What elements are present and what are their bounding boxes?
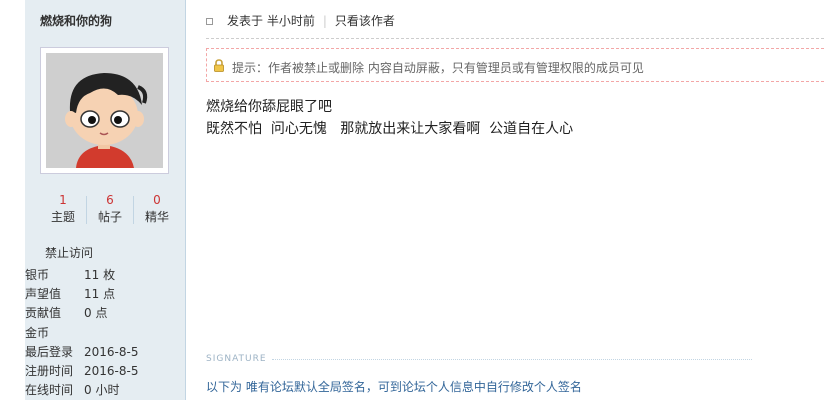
info-row-gold: 金币 bbox=[25, 325, 50, 340]
info-row-last-login: 最后登录 2016-8-5 bbox=[25, 344, 139, 359]
avatar[interactable] bbox=[40, 47, 169, 174]
stat-topics[interactable]: 1 主题 bbox=[40, 192, 86, 226]
info-row-online-time: 在线时间 0 小时 bbox=[25, 383, 120, 398]
signature-text[interactable]: 以下为 唯有论坛默认全局签名，可到论坛个人信息中自行修改个人签名 bbox=[206, 378, 582, 395]
stat-digest[interactable]: 0 精华 bbox=[134, 192, 180, 226]
blocked-notice: 提示：作者被禁止或删除 内容自动屏蔽，只有管理员或有管理权限的成员可见 bbox=[206, 48, 824, 82]
left-margin bbox=[0, 0, 25, 400]
info-row-reputation: 声望值 11 点 bbox=[25, 287, 116, 302]
lock-icon bbox=[214, 59, 224, 72]
info-row-silver: 银币 11 枚 bbox=[25, 268, 116, 282]
divider: | bbox=[322, 14, 327, 28]
user-stats: 1 主题 6 帖子 0 精华 bbox=[40, 192, 180, 232]
info-row-register-time: 注册时间 2016-8-5 bbox=[25, 363, 139, 378]
notice-text: 提示：作者被禁止或删除 内容自动屏蔽，只有管理员或有管理权限的成员可见 bbox=[232, 61, 644, 75]
username-link[interactable]: 燃烧和你的狗 bbox=[40, 12, 112, 29]
meta-divider bbox=[206, 38, 824, 39]
post-line: 既然不怕 问心无愧 那就放出来让大家看啊 公道自在人心 bbox=[206, 121, 574, 137]
post-content: 燃烧给你舔屁眼了吧 既然不怕 问心无愧 那就放出来让大家看啊 公道自在人心 bbox=[206, 96, 573, 140]
only-author-link[interactable]: 只看该作者 bbox=[335, 14, 395, 28]
post-meta: 发表于 半小时前 | 只看该作者 bbox=[206, 12, 395, 29]
online-status-icon bbox=[206, 18, 213, 25]
signature-label: SIGNATURE bbox=[206, 354, 267, 364]
post-time: 发表于 半小时前 bbox=[227, 14, 315, 28]
post-line: 燃烧给你舔屁眼了吧 bbox=[206, 99, 332, 115]
user-info-list: 银币 11 枚 声望值 11 点 贡献值 0 点 金币 最后登录 2016-8-… bbox=[25, 266, 185, 400]
info-row-contribution: 贡献值 0 点 bbox=[25, 306, 108, 321]
user-status[interactable]: 禁止访问 bbox=[45, 244, 93, 261]
avatar-cartoon-icon bbox=[46, 53, 163, 168]
signature-divider bbox=[272, 359, 752, 360]
stat-posts[interactable]: 6 帖子 bbox=[87, 192, 133, 226]
